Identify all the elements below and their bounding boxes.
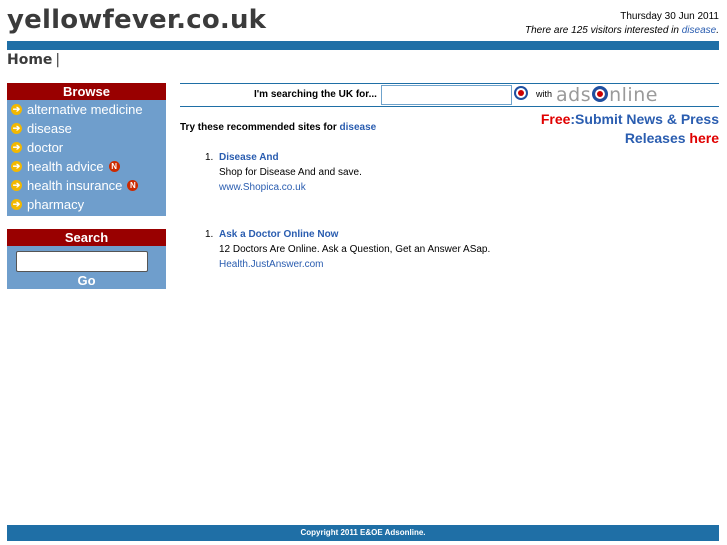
- browse-header: Browse: [7, 83, 166, 100]
- browse-item-health-insurance[interactable]: ➔ health insurance N: [11, 176, 166, 195]
- promo-free[interactable]: Free: [541, 111, 571, 127]
- visitor-text: There are 125 visitors interested in: [525, 25, 682, 36]
- search-strip-label: I'm searching the UK for...: [254, 89, 377, 100]
- promo-line-2[interactable]: Releases here: [625, 130, 719, 146]
- result-url-link[interactable]: www.Shopica.co.uk: [219, 180, 306, 195]
- sidebar-search-input[interactable]: [16, 251, 148, 272]
- browse-panel: Browse ➔ alternative medicine ➔ disease ➔ d…: [7, 83, 166, 216]
- recommend-topic-link[interactable]: disease: [340, 122, 377, 133]
- new-badge-icon: N: [108, 161, 120, 172]
- target-icon[interactable]: [514, 86, 528, 100]
- browse-item-doctor[interactable]: ➔ doctor: [11, 138, 166, 157]
- logo-text-post: nline: [609, 84, 658, 106]
- search-strip: I'm searching the UK for... with ads nlin…: [180, 83, 719, 107]
- recommend-prefix: Try these recommended sites for: [180, 122, 340, 133]
- logo-text-pre: ads: [556, 84, 592, 106]
- arrow-right-icon: ➔: [11, 142, 22, 153]
- breadcrumb-separator: |: [55, 52, 61, 68]
- go-button[interactable]: Go: [7, 272, 166, 289]
- breadcrumb: Home |: [7, 52, 60, 68]
- arrow-right-icon: ➔: [11, 161, 22, 172]
- browse-item-disease[interactable]: ➔ disease: [11, 119, 166, 138]
- recommend-heading: Try these recommended sites for disease: [180, 122, 376, 133]
- arrow-right-icon: ➔: [11, 123, 22, 134]
- visitor-count: There are 125 visitors interested in dis…: [525, 25, 719, 36]
- visitor-topic-link[interactable]: disease: [682, 25, 716, 36]
- browse-list: ➔ alternative medicine ➔ disease ➔ doctor ➔…: [7, 100, 166, 214]
- result-number: 1.: [205, 229, 214, 240]
- site-title[interactable]: yellowfever.co.uk: [7, 5, 266, 35]
- browse-item-label[interactable]: health advice: [27, 157, 104, 176]
- result-description: Shop for Disease And and save.: [219, 167, 362, 178]
- result-description: 12 Doctors Are Online. Ask a Question, G…: [219, 244, 491, 255]
- arrow-right-icon: ➔: [11, 199, 22, 210]
- search-panel: Search Go: [7, 229, 166, 289]
- promo-line-1[interactable]: Free:Submit News & Press: [541, 111, 719, 127]
- promo-text-2[interactable]: Releases: [625, 130, 690, 146]
- browse-item-health-advice[interactable]: ➔ health advice N: [11, 157, 166, 176]
- result-title-link[interactable]: Disease And: [219, 150, 279, 165]
- browse-item-label[interactable]: alternative medicine: [27, 100, 143, 119]
- browse-item-label[interactable]: disease: [27, 119, 72, 138]
- header-date: Thursday 30 Jun 2011: [620, 11, 719, 22]
- adsonline-logo[interactable]: ads nline: [556, 84, 658, 106]
- promo-here-link[interactable]: here: [689, 130, 719, 146]
- arrow-right-icon: ➔: [11, 180, 22, 191]
- main-search-input[interactable]: [381, 85, 512, 105]
- breadcrumb-home[interactable]: Home: [7, 52, 52, 68]
- browse-item-label[interactable]: doctor: [27, 138, 63, 157]
- result-url-link[interactable]: Health.JustAnswer.com: [219, 257, 324, 272]
- browse-item-label[interactable]: pharmacy: [27, 195, 84, 214]
- arrow-right-icon: ➔: [11, 104, 22, 115]
- new-badge-icon: N: [127, 180, 139, 191]
- result-title-link[interactable]: Ask a Doctor Online Now: [219, 227, 338, 242]
- browse-item-label[interactable]: health insurance: [27, 176, 122, 195]
- logo-o-icon: [592, 86, 609, 102]
- footer-copyright: Copyright 2011 E&OE Adsonline.: [7, 525, 719, 541]
- browse-item-pharmacy[interactable]: ➔ pharmacy: [11, 195, 166, 214]
- result-number: 1.: [205, 152, 214, 163]
- promo-text-1[interactable]: :Submit News & Press: [570, 111, 719, 127]
- header-bar: [7, 41, 719, 50]
- with-label: with: [536, 89, 553, 99]
- visitor-text-suffix: .: [716, 25, 719, 36]
- search-header: Search: [7, 229, 166, 246]
- browse-item-alternative-medicine[interactable]: ➔ alternative medicine: [11, 100, 166, 119]
